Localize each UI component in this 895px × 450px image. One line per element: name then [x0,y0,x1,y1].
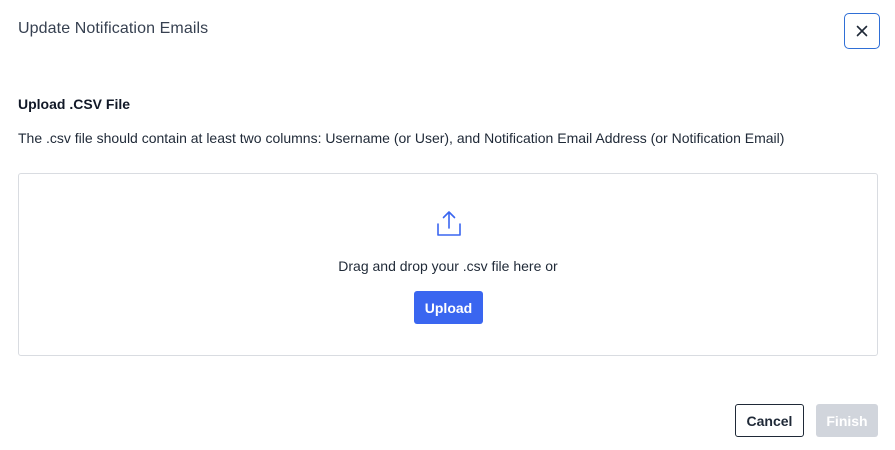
close-icon [856,25,868,37]
cancel-button[interactable]: Cancel [735,404,804,437]
upload-section-title: Upload .CSV File [18,96,131,112]
upload-icon [437,211,461,236]
update-notification-emails-dialog: Update Notification Emails Upload .CSV F… [0,0,895,450]
close-button[interactable] [844,13,880,49]
csv-dropzone[interactable]: Drag and drop your .csv file here or Upl… [18,173,878,356]
finish-button[interactable]: Finish [816,404,878,437]
upload-button[interactable]: Upload [414,291,483,324]
upload-description: The .csv file should contain at least tw… [18,130,785,146]
drop-text: Drag and drop your .csv file here or [338,258,558,274]
dialog-title: Update Notification Emails [18,20,209,37]
